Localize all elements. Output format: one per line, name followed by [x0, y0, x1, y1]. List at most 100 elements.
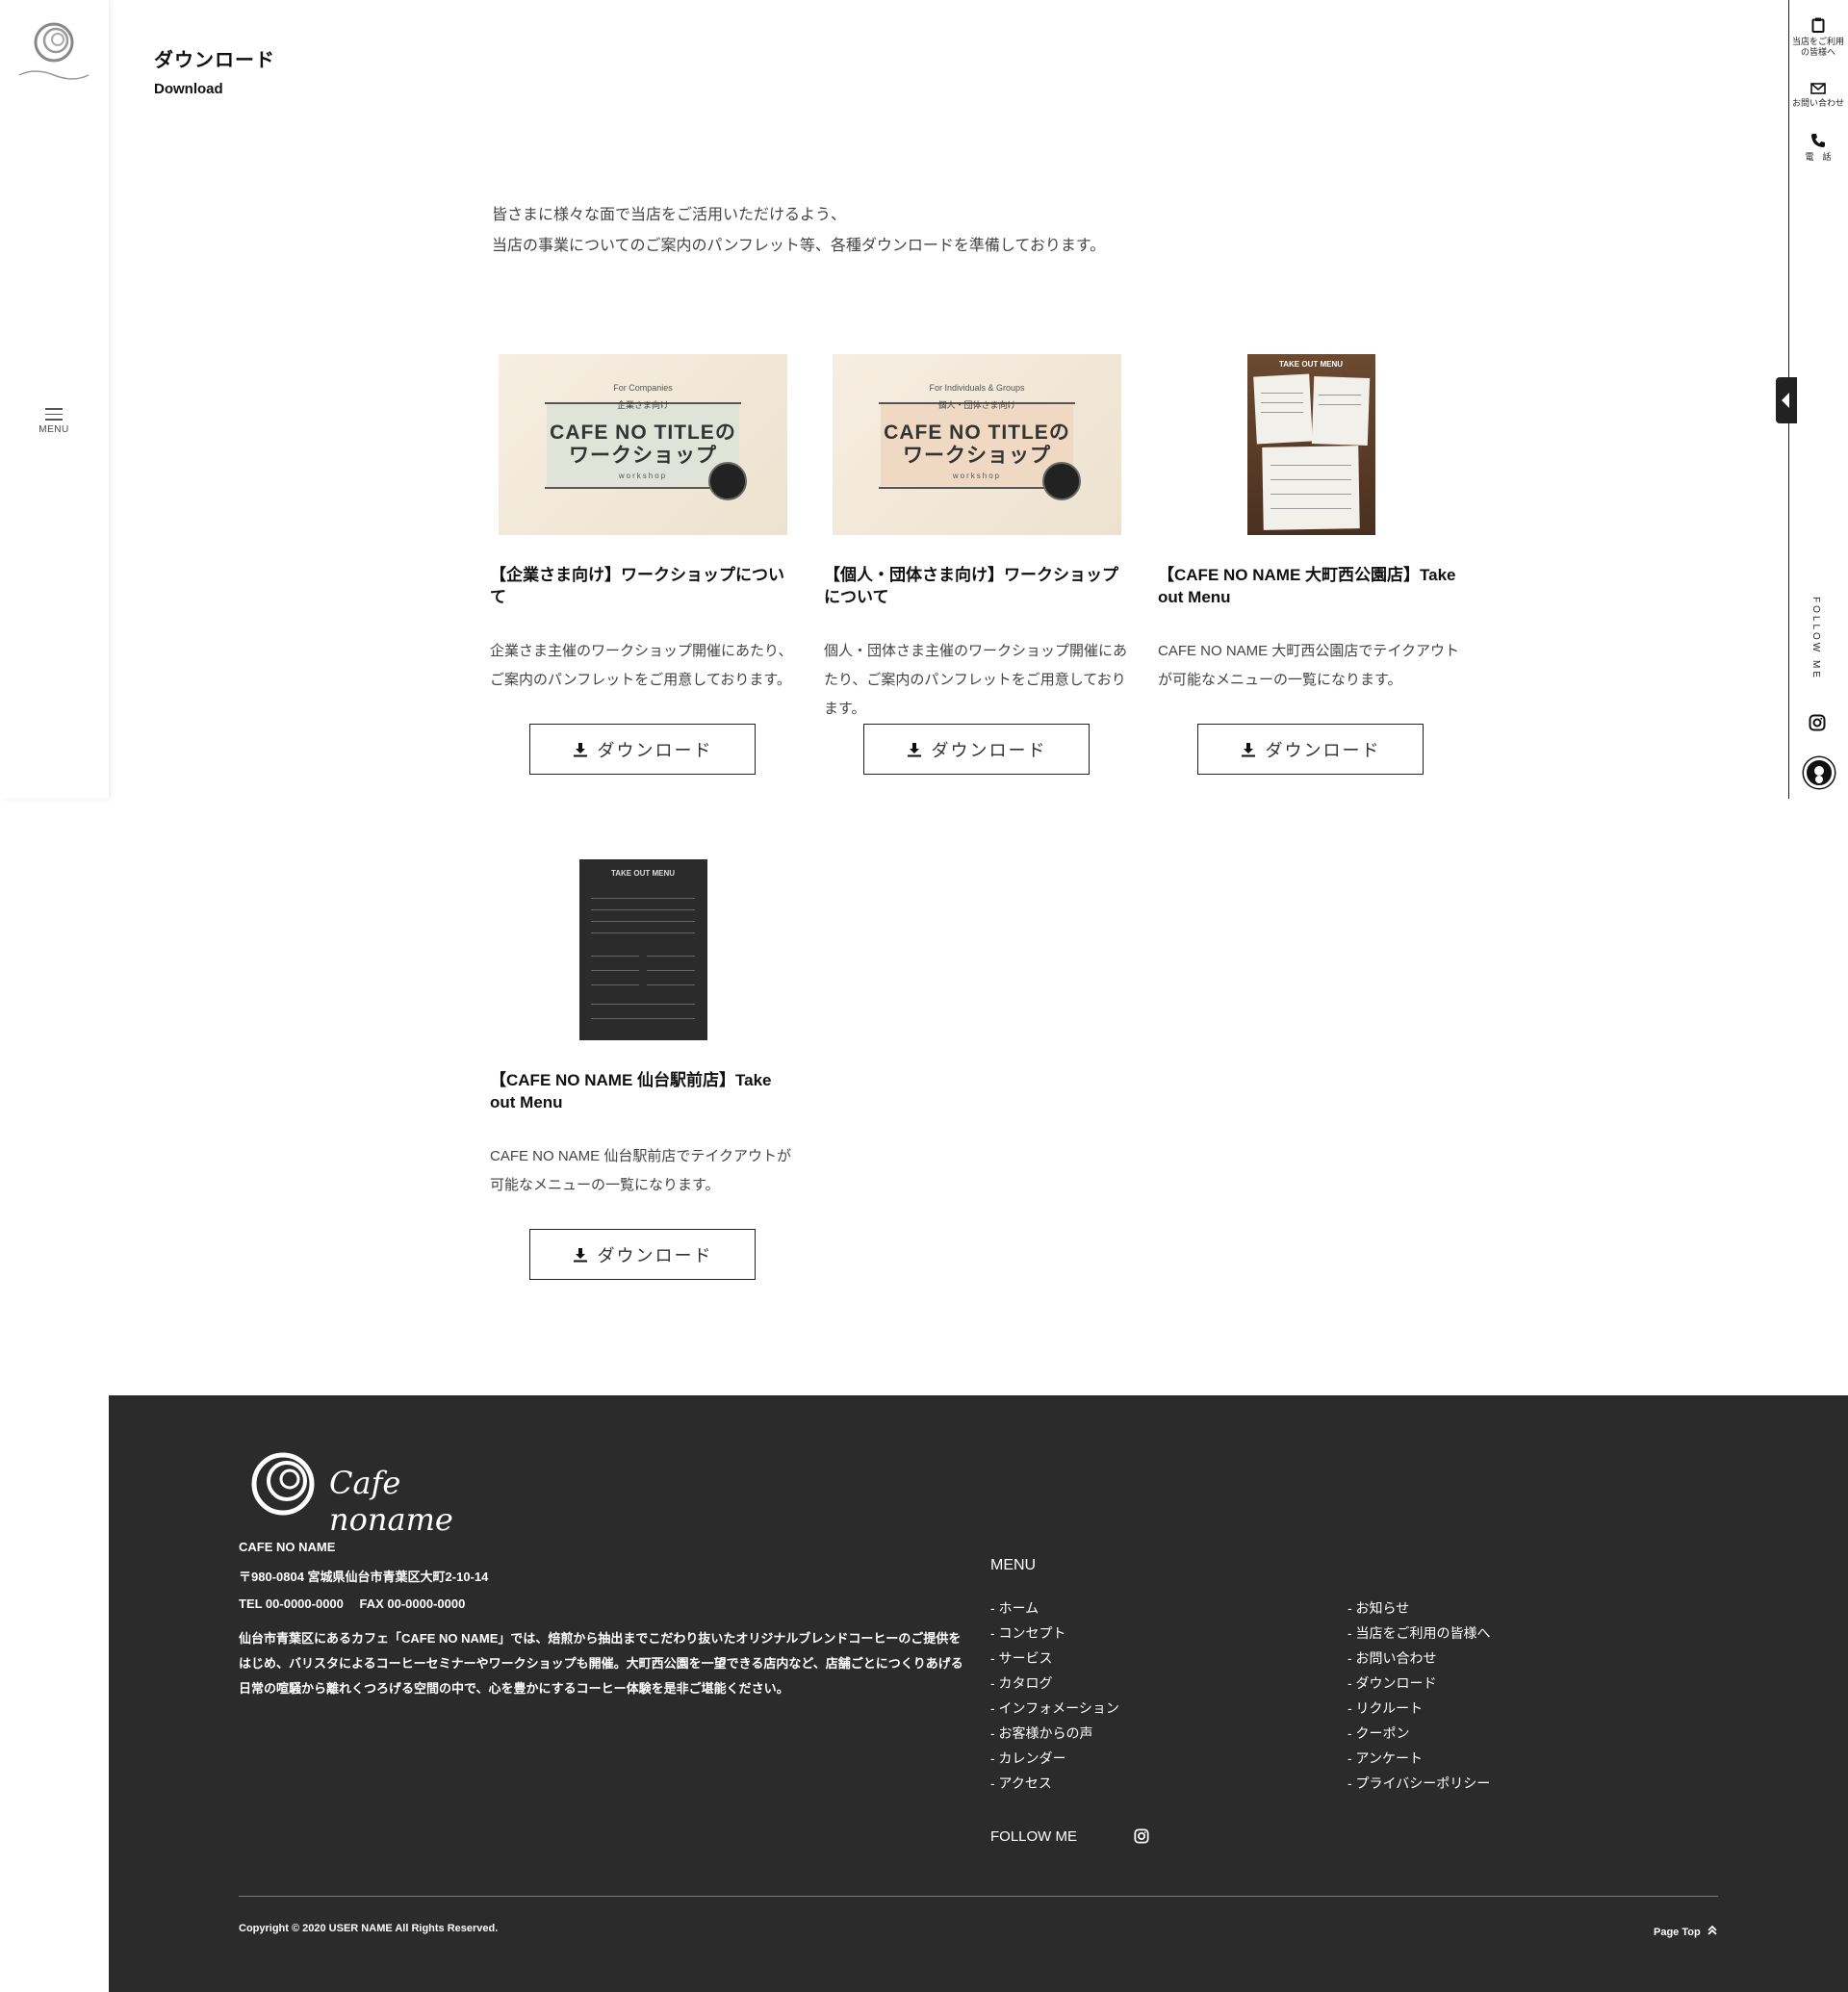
footer-link-text[interactable]: - アンケート [1348, 1750, 1423, 1766]
thumbnail-main: CAFE NO TITLEの ワークショップ [833, 421, 1121, 468]
intro-line-2: 当店の事業についてのご案内のパンフレット等、各種ダウンロードを準備しております。 [492, 238, 1106, 254]
footer-link[interactable]: - ダウンロード [1348, 1671, 1491, 1696]
menu-line [590, 970, 639, 971]
thumbnail-main: CAFE NO TITLEの ワークショップ [499, 421, 787, 468]
footer-link-text[interactable]: - クーポン [1348, 1725, 1410, 1741]
download-description: 企業さま主催のワークショップ開催にあたり、ご案内のパンフレットをご用意しておりま… [490, 643, 793, 688]
menu-line [590, 1004, 695, 1005]
footer-link[interactable]: - お問い合わせ [1348, 1646, 1491, 1671]
menu-line [590, 956, 639, 957]
footer-link[interactable]: - クーポン [1348, 1721, 1491, 1746]
download-icon [573, 1247, 587, 1262]
footer-link-text[interactable]: - コンセプト [990, 1625, 1066, 1641]
menu-sheet [1311, 376, 1370, 446]
takeout-menu-omachi-thumbnail[interactable]: TAKE OUT MENU [1246, 354, 1375, 535]
footer-follow-label: FOLLOW ME [990, 1828, 1078, 1845]
download-button[interactable]: ダウンロード [863, 724, 1090, 775]
menu-sheet [1261, 446, 1360, 530]
footer-link[interactable]: - カレンダー [990, 1746, 1119, 1771]
phone-icon [1811, 134, 1825, 147]
site-footer: Cafe noname CAFE NO NAME 〒980-0804 宮城県仙台… [109, 1395, 1848, 1992]
footer-link[interactable]: - リクルート [1348, 1696, 1491, 1721]
footer-link-text[interactable]: - お知らせ [1348, 1600, 1409, 1616]
footer-link[interactable]: - プライバシーポリシー [1348, 1771, 1491, 1796]
page-top-label: Page Top [1654, 1927, 1701, 1938]
footer-link-text[interactable]: - カタログ [990, 1675, 1053, 1691]
footer-link-text[interactable]: - サービス [990, 1650, 1053, 1666]
download-button[interactable]: ダウンロード [529, 1229, 756, 1280]
account-badge-icon[interactable] [1804, 757, 1835, 788]
menu-toggle-button[interactable]: MENU [37, 404, 71, 435]
menu-line [1318, 395, 1361, 396]
footer-logo-text: Cafe noname [329, 1465, 453, 1538]
footer-link-text[interactable]: - お問い合わせ [1348, 1650, 1437, 1666]
menu-line [590, 932, 695, 933]
download-description: CAFE NO NAME 仙台駅前店でテイクアウトが可能なメニューの一覧になりま… [490, 1148, 792, 1193]
download-button[interactable]: ダウンロード [529, 724, 756, 775]
footer-address: 〒980-0804 宮城県仙台市青葉区大町2-10-14 [239, 1570, 489, 1584]
footer-tel-fax: TEL 00-0000-0000 FAX 00-0000-0000 [239, 1596, 466, 1611]
thumbnail-jp: 企業さま向け [616, 400, 669, 410]
instagram-icon[interactable] [1809, 714, 1826, 736]
right-link-phone-label: 電 話 [1805, 152, 1832, 162]
intro-text: 皆さまに様々な面で当店をご活用いただけるよう、 当店の事業についてのご案内のパン… [492, 200, 1105, 262]
menu-line [1270, 494, 1351, 495]
thumbnail-main-line-1: CAFE NO TITLEの [550, 421, 736, 444]
download-title: 【個人・団体さま向け】ワークショップについて [824, 566, 1118, 606]
download-description: 個人・団体さま主催のワークショップ開催にあたり、ご案内のパンフレットをご用意して… [824, 643, 1128, 717]
download-title: 【企業さま向け】ワークショップについて [490, 566, 784, 606]
instagram-icon[interactable] [1134, 1828, 1149, 1849]
right-link-guide[interactable]: 当店をご利用の皆様へ [1789, 17, 1847, 58]
footer-link[interactable]: - お客様からの声 [990, 1721, 1119, 1746]
footer-link[interactable]: - アンケート [1348, 1746, 1491, 1771]
download-button-label: ダウンロード [597, 740, 713, 760]
footer-menu-col-2: - お知らせ - 当店をご利用の皆様へ - お問い合わせ - ダウンロード - … [1348, 1596, 1491, 1796]
footer-link[interactable]: - ホーム [990, 1596, 1119, 1621]
footer-logo[interactable]: Cafe noname [248, 1445, 508, 1538]
site-logo[interactable] [15, 21, 92, 85]
right-link-guide-label: 当店をご利用の皆様へ [1791, 37, 1844, 57]
footer-link[interactable]: - カタログ [990, 1671, 1119, 1696]
thumbnail-sub: For Companies [613, 383, 673, 393]
seal-icon [1042, 462, 1081, 500]
page-top-button[interactable]: Page Top [1654, 1925, 1717, 1938]
download-icon [1241, 742, 1255, 756]
thumbnail-heading: TAKE OUT MENU [1278, 360, 1344, 369]
takeout-menu-sendai-thumbnail[interactable]: TAKE OUT MENU [578, 859, 707, 1040]
download-button[interactable]: ダウンロード [1197, 724, 1424, 775]
workshop-companies-thumbnail[interactable]: For Companies 企業さま向け CAFE NO TITLEの ワークシ… [499, 354, 787, 535]
footer-link[interactable]: - インフォメーション [990, 1696, 1119, 1721]
footer-link[interactable]: - 当店をご利用の皆様へ [1348, 1621, 1491, 1646]
footer-link-text[interactable]: - リクルート [1348, 1700, 1423, 1716]
footer-link-text[interactable]: - 当店をご利用の皆様へ [1348, 1625, 1491, 1641]
footer-link-text[interactable]: - ダウンロード [1348, 1675, 1437, 1691]
footer-link[interactable]: - サービス [990, 1646, 1119, 1671]
menu-line [1260, 402, 1303, 403]
footer-link-text[interactable]: - ホーム [990, 1600, 1039, 1616]
footer-link[interactable]: - お知らせ [1348, 1596, 1491, 1621]
hamburger-icon [37, 408, 71, 421]
menu-line [590, 1018, 695, 1019]
right-sidebar: 当店をご利用の皆様へ お問い合わせ 電 話 FOLLOW ME [1776, 0, 1848, 799]
footer-link-text[interactable]: - インフォメーション [990, 1700, 1119, 1716]
download-card: TAKE OUT MENU 【CAFE NO NAME 大町西公園店】Take … [1158, 354, 1464, 775]
right-link-contact[interactable]: お問い合わせ [1789, 83, 1847, 109]
slide-panel-toggle[interactable] [1776, 377, 1797, 423]
download-button-label: ダウンロード [931, 740, 1047, 760]
download-button-label: ダウンロード [597, 1245, 713, 1265]
footer-link[interactable]: - コンセプト [990, 1621, 1119, 1646]
footer-link-text[interactable]: - カレンダー [990, 1750, 1066, 1766]
mail-icon [1810, 83, 1826, 94]
follow-me-vertical-label: FOLLOW ME [1810, 597, 1821, 681]
right-link-phone[interactable]: 電 話 [1789, 133, 1847, 163]
footer-link-text[interactable]: - プライバシーポリシー [1348, 1775, 1490, 1791]
footer-link-text[interactable]: - アクセス [990, 1775, 1052, 1791]
download-icon [573, 742, 587, 756]
footer-link[interactable]: - アクセス [990, 1771, 1119, 1796]
menu-line [1270, 479, 1351, 480]
download-card: TAKE OUT MENU 【CAFE NO NAME 仙台駅前店】Take o… [490, 859, 796, 1280]
footer-link-text[interactable]: - お客様からの声 [990, 1725, 1093, 1741]
menu-sheet [1252, 373, 1313, 445]
workshop-individuals-thumbnail[interactable]: For Individuals & Groups 個人・団体さま向け CAFE … [833, 354, 1121, 535]
download-button-label: ダウンロード [1265, 740, 1381, 760]
